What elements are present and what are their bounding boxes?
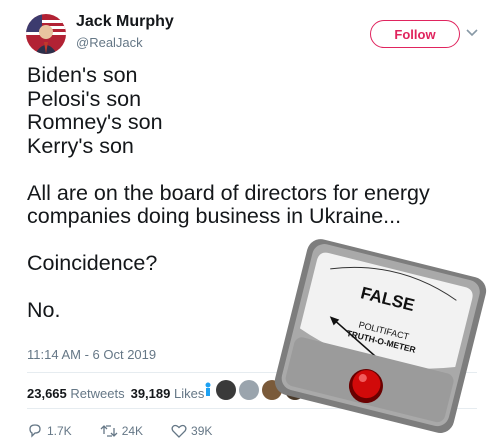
- avatar[interactable]: [239, 380, 259, 400]
- tweet-line: Romney's son: [27, 110, 163, 134]
- person-icon: [205, 382, 211, 396]
- retweet-icon: [100, 425, 118, 437]
- chevron-down-icon[interactable]: [462, 22, 482, 42]
- engagement-stats: 23,665 Retweets 39,189 Likes: [27, 386, 204, 401]
- reply-icon: [29, 424, 41, 438]
- reply-button[interactable]: 1.7K: [27, 423, 72, 439]
- tweet-line: All are on the board of directors for en…: [27, 180, 430, 205]
- retweets-stat[interactable]: 23,665 Retweets: [27, 386, 125, 401]
- like-button[interactable]: 39K: [171, 423, 212, 439]
- tweet-line: Pelosi's son: [27, 86, 142, 111]
- tweet-line: Kerry's son: [27, 133, 134, 158]
- likes-label: Likes: [173, 386, 205, 401]
- heart-icon: [171, 424, 187, 438]
- tweet-timestamp[interactable]: 11:14 AM - 6 Oct 2019: [27, 347, 156, 362]
- author-name[interactable]: Jack Murphy: [76, 13, 174, 31]
- tweet-line: companies doing business in Ukraine...: [27, 204, 402, 228]
- author-avatar[interactable]: [26, 14, 66, 54]
- author-handle[interactable]: @RealJack: [76, 35, 143, 50]
- likes-count: 39,189: [130, 386, 171, 401]
- retweet-count: 24K: [121, 424, 144, 438]
- tweet-line: Biden's son: [27, 63, 138, 87]
- likes-stat[interactable]: 39,189 Likes: [131, 386, 205, 401]
- retweet-button[interactable]: 24K: [100, 423, 143, 439]
- follow-button[interactable]: Follow: [370, 20, 460, 48]
- tweet-line: [27, 158, 487, 182]
- tweet-actions: 1.7K 24K 39K: [27, 423, 240, 439]
- avatar[interactable]: [216, 380, 236, 400]
- like-count: 39K: [191, 424, 213, 438]
- retweets-label: Retweets: [70, 386, 125, 401]
- reply-count: 1.7K: [47, 424, 72, 438]
- retweets-count: 23,665: [27, 386, 67, 401]
- truth-o-meter-graphic: FALSE POLITIFACT TRUTH-O-METER: [274, 239, 487, 433]
